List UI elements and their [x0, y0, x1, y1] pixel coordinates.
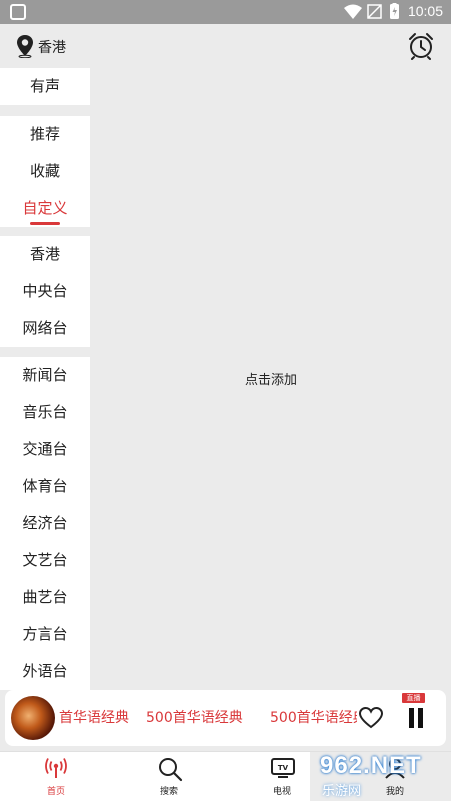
sidebar-item-dialect[interactable]: 方言台	[0, 616, 90, 653]
watermark-brand: 962.NET	[320, 752, 422, 779]
tab-tv[interactable]: TV 电视	[247, 752, 317, 801]
location-pin-icon[interactable]	[15, 34, 35, 62]
now-playing-ticker: 首华语经典 500首华语经典 500首华语经典	[59, 690, 357, 746]
clock: 10:05	[407, 3, 443, 19]
pause-icon[interactable]	[407, 708, 425, 732]
notification-icon	[10, 4, 26, 20]
top-bar: 香港	[0, 24, 451, 68]
mini-player[interactable]: 首华语经典 500首华语经典 500首华语经典 直播	[5, 690, 446, 746]
ticker-text: 500首华语经典	[146, 710, 243, 726]
sidebar-item-network[interactable]: 网络台	[0, 310, 90, 347]
tab-label: 首页	[46, 787, 65, 797]
sidebar-item-favorites[interactable]: 收藏	[0, 153, 90, 190]
tab-label: 电视	[272, 787, 291, 797]
sidebar-group-audio: 有声	[0, 68, 90, 105]
sidebar-group-region: 香港 中央台 网络台	[0, 236, 90, 347]
add-station-hint[interactable]: 点击添加	[245, 369, 297, 388]
sidebar-item-economy[interactable]: 经济台	[0, 505, 90, 542]
tab-label: 搜索	[159, 787, 178, 797]
wifi-icon	[344, 4, 362, 19]
ticker-text: 500首华语经典	[270, 710, 357, 726]
sidebar-item-foreign[interactable]: 外语台	[0, 653, 90, 690]
live-badge: 直播	[402, 693, 425, 703]
status-bar: 10:05	[0, 0, 451, 24]
sidebar-item-hongkong[interactable]: 香港	[0, 236, 90, 273]
sidebar-item-sports[interactable]: 体育台	[0, 468, 90, 505]
favorite-heart-icon[interactable]	[358, 706, 384, 734]
search-icon	[157, 756, 183, 786]
sidebar-item-label: 自定义	[22, 199, 68, 217]
sidebar-item-traffic[interactable]: 交通台	[0, 431, 90, 468]
watermark-logo: 962.NET 乐游网	[310, 752, 451, 801]
sidebar-item-central[interactable]: 中央台	[0, 273, 90, 310]
sidebar-item-music[interactable]: 音乐台	[0, 394, 90, 431]
sidebar-item-arts[interactable]: 文艺台	[0, 542, 90, 579]
sidebar-group-categories: 新闻台 音乐台 交通台 体育台 经济台 文艺台 曲艺台 方言台 外语台	[0, 357, 90, 690]
broadcast-icon	[44, 756, 68, 784]
sidebar-item-news[interactable]: 新闻台	[0, 357, 90, 394]
tab-home[interactable]: 首页	[21, 752, 91, 801]
alarm-clock-icon[interactable]	[407, 32, 435, 64]
status-icons	[344, 3, 404, 25]
active-indicator	[30, 222, 60, 225]
sidebar-group-personal: 推荐 收藏 自定义	[0, 116, 90, 227]
svg-text:TV: TV	[278, 764, 289, 772]
sidebar-item-audio[interactable]: 有声	[0, 68, 90, 105]
sidebar-item-custom[interactable]: 自定义	[0, 190, 90, 227]
sidebar-item-recommend[interactable]: 推荐	[0, 116, 90, 153]
tv-icon: TV	[270, 756, 296, 784]
location-label[interactable]: 香港	[38, 37, 66, 57]
ticker-text: 首华语经典	[59, 710, 129, 726]
watermark-sub: 乐游网	[322, 784, 362, 799]
tab-search[interactable]: 搜索	[134, 752, 204, 801]
sidebar-item-opera[interactable]: 曲艺台	[0, 579, 90, 616]
album-cover[interactable]	[11, 696, 55, 740]
